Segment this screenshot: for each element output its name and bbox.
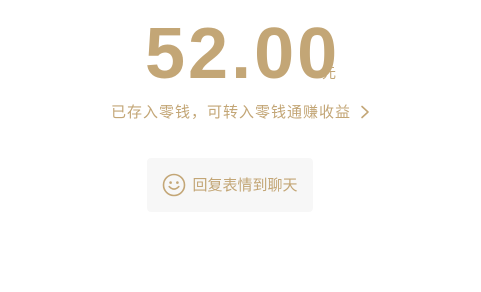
currency-unit: 元: [322, 66, 336, 82]
smile-face-icon: [163, 173, 186, 197]
chevron-right-icon: [361, 105, 369, 119]
transfer-receipt-screen: 52.00 元 已存入零钱，可转入零钱通赚收益 回复表情到聊天: [0, 0, 481, 292]
change-balance-hint: 已存入零钱，可转入零钱通赚收益: [110, 103, 351, 121]
reply-button-label: 回复表情到聊天: [192, 176, 298, 194]
reply-sticker-button[interactable]: 回复表情到聊天: [147, 158, 313, 212]
transfer-amount: 52.00: [145, 14, 341, 94]
amount-row: 52.00 元: [0, 14, 481, 94]
change-balance-link[interactable]: 已存入零钱，可转入零钱通赚收益: [0, 101, 481, 123]
